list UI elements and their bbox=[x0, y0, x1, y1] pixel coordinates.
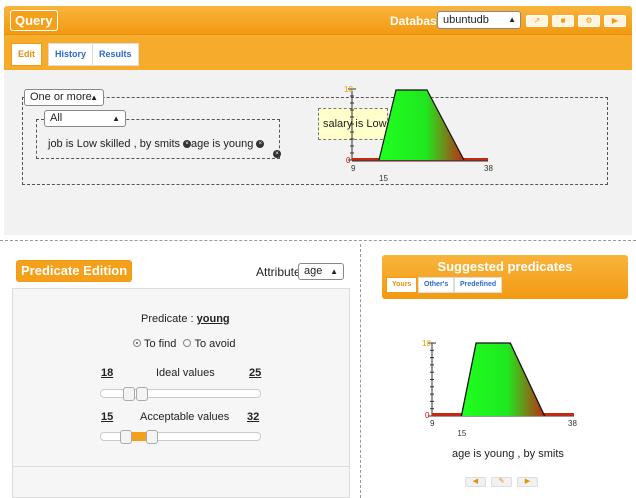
vertical-divider bbox=[360, 244, 361, 498]
query-tab-strip: Edit History Results bbox=[4, 34, 632, 70]
tab-yours[interactable]: Yours bbox=[386, 277, 418, 293]
radio-to-find[interactable]: To find bbox=[133, 338, 176, 350]
query-title: Query bbox=[10, 10, 58, 31]
predicate-job-item[interactable]: job is Low skilled , by smits × bbox=[48, 138, 192, 150]
select-arrows-icon: ▲ bbox=[90, 93, 98, 102]
horizontal-divider bbox=[0, 240, 636, 241]
membership-chart: 10091538 bbox=[422, 339, 577, 438]
next-button[interactable]: ▶ bbox=[517, 477, 538, 487]
remove-icon[interactable]: × bbox=[256, 140, 265, 149]
predicate-label: Predicate : bbox=[141, 313, 194, 325]
operator-select[interactable]: All ▲ bbox=[44, 110, 126, 127]
x-tick-label: 9 bbox=[430, 419, 435, 428]
x-tick-label: 15 bbox=[457, 429, 466, 438]
attribute-select[interactable]: age ▲ bbox=[298, 263, 344, 280]
tab-others[interactable]: Other's bbox=[418, 277, 455, 293]
settings-button[interactable]: ⚙ bbox=[578, 15, 600, 27]
y-tick-label-top: 10 bbox=[344, 85, 353, 94]
remove-icon[interactable]: × bbox=[183, 140, 192, 149]
app-root: Query Database ubuntudb ▲ ↗ ■ ⚙ ▶ Edit H… bbox=[0, 0, 636, 498]
ideal-slider-handle-max[interactable] bbox=[136, 387, 148, 401]
predicate-name-line: Predicate : young bbox=[141, 313, 230, 325]
x-tick-label-mid: 15 bbox=[379, 174, 388, 183]
edit-pencil-button[interactable]: ✎ bbox=[491, 477, 512, 487]
goal-radio-group: To find To avoid bbox=[133, 338, 235, 350]
suggested-predicates-header: Suggested predicates Yours Other's Prede… bbox=[382, 255, 628, 299]
select-arrows-icon: ▲ bbox=[330, 267, 338, 276]
remove-group-icon[interactable]: × bbox=[273, 150, 281, 158]
predicate-mini-chart: 10 0 9 15 38 bbox=[344, 85, 493, 183]
tab-predefined[interactable]: Predefined bbox=[454, 277, 503, 293]
tab-history[interactable]: History bbox=[48, 43, 94, 66]
x-tick-label: 38 bbox=[568, 419, 577, 428]
database-label: Database bbox=[390, 14, 444, 28]
predicate-job-text: job is Low skilled , by smits bbox=[48, 138, 181, 150]
ideal-max-value[interactable]: 25 bbox=[249, 367, 261, 379]
y-tick-label: 10 bbox=[422, 339, 431, 348]
predicate-age-item[interactable]: age is young × bbox=[191, 138, 265, 150]
predicate-age-text: age is young bbox=[191, 138, 254, 150]
radio-to-avoid[interactable]: To avoid bbox=[183, 338, 235, 350]
x-tick-label-min: 9 bbox=[351, 164, 356, 173]
tab-results[interactable]: Results bbox=[92, 43, 139, 66]
ideal-min-value[interactable]: 18 bbox=[101, 367, 113, 379]
stop-button[interactable]: ■ bbox=[552, 15, 574, 27]
database-select-value: ubuntudb bbox=[443, 14, 489, 26]
acceptable-max-value[interactable]: 32 bbox=[247, 411, 259, 423]
operator-select-value: All bbox=[50, 112, 63, 124]
export-button[interactable]: ↗ bbox=[526, 15, 548, 27]
membership-area bbox=[379, 90, 464, 160]
attribute-select-value: age bbox=[304, 265, 323, 277]
x-tick-label-max: 38 bbox=[484, 164, 493, 173]
radio-off-icon bbox=[183, 339, 192, 348]
query-editor-panel: One or more ▲ All ▲ job is Low skilled ,… bbox=[4, 70, 632, 235]
ideal-values-label: Ideal values bbox=[156, 367, 215, 379]
predicate-edition-title: Predicate Edition bbox=[16, 260, 133, 282]
acceptable-min-value[interactable]: 15 bbox=[101, 411, 113, 423]
previous-button[interactable]: ◀ bbox=[465, 477, 486, 487]
select-arrows-icon: ▲ bbox=[508, 15, 516, 24]
query-header-bar: Query Database ubuntudb ▲ ↗ ■ ⚙ ▶ bbox=[4, 6, 632, 34]
database-select[interactable]: ubuntudb ▲ bbox=[437, 11, 521, 29]
tab-edit[interactable]: Edit bbox=[11, 43, 42, 66]
attribute-label: Attribute bbox=[256, 265, 301, 279]
acceptable-slider-handle-min[interactable] bbox=[120, 430, 132, 444]
predicate-name[interactable]: young bbox=[197, 313, 230, 325]
acceptable-values-label: Acceptable values bbox=[140, 411, 230, 423]
quantifier-select-value: One or more bbox=[30, 91, 92, 103]
run-button[interactable]: ▶ bbox=[604, 15, 626, 27]
suggested-predicates-title: Suggested predicates bbox=[437, 259, 573, 274]
suggested-predicate-caption: age is young , by smits bbox=[452, 448, 564, 460]
ideal-slider-handle-min[interactable] bbox=[123, 387, 135, 401]
predicate-edition-footer bbox=[12, 466, 350, 467]
select-arrows-icon: ▲ bbox=[112, 114, 120, 123]
acceptable-slider-handle-max[interactable] bbox=[146, 430, 158, 444]
radio-on-icon bbox=[133, 339, 141, 348]
quantifier-select[interactable]: One or more ▲ bbox=[24, 89, 104, 106]
